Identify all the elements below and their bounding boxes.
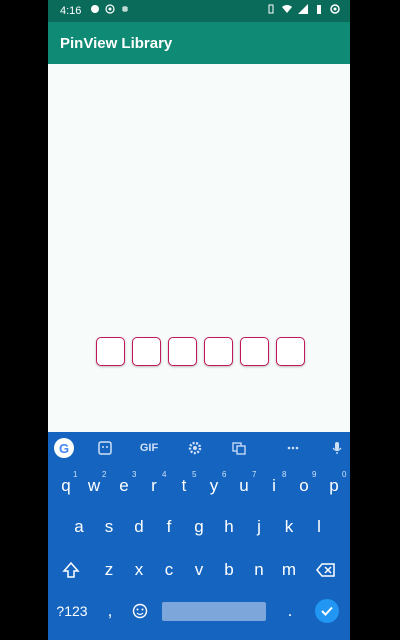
key-hint-8: 8 [282, 470, 287, 479]
emoji-icon [132, 603, 148, 619]
battery-icon [317, 5, 321, 14]
key-hint-4: 4 [162, 470, 167, 479]
comma-key[interactable]: , [98, 597, 122, 625]
backspace-key[interactable] [314, 556, 338, 584]
keyboard-toolbar: G GIF [48, 432, 350, 464]
pin-box-6[interactable] [276, 337, 305, 366]
soft-keyboard: G GIF q w e r t y u i o p 1 2 3 4 5 6 7 … [48, 432, 350, 640]
key-j[interactable]: j [247, 513, 271, 541]
phone-screen: 4:16 PinView Library G GIF q w e r t y u… [48, 0, 350, 640]
sticker-icon[interactable] [94, 438, 116, 458]
google-icon[interactable]: G [54, 438, 74, 458]
key-f[interactable]: f [157, 513, 181, 541]
key-hint-3: 3 [132, 470, 137, 479]
key-n[interactable]: n [247, 556, 271, 584]
app-toolbar: PinView Library [48, 22, 350, 64]
key-c[interactable]: c [157, 556, 181, 584]
period-key[interactable]: . [278, 597, 302, 625]
key-l[interactable]: l [307, 513, 331, 541]
shift-key[interactable] [59, 556, 83, 584]
backspace-icon [316, 563, 335, 577]
key-k[interactable]: k [277, 513, 301, 541]
pin-box-5[interactable] [240, 337, 269, 366]
main-content [48, 64, 350, 432]
key-hint-5: 5 [192, 470, 197, 479]
key-b[interactable]: b [217, 556, 241, 584]
key-d[interactable]: d [127, 513, 151, 541]
app-title: PinView Library [60, 35, 173, 52]
slack-icon [122, 6, 128, 12]
key-s[interactable]: s [97, 513, 121, 541]
key-a[interactable]: a [67, 513, 91, 541]
status-time: 4:16 [60, 5, 82, 17]
status-bar: 4:16 [48, 0, 350, 22]
check-icon [321, 606, 333, 616]
key-g[interactable]: g [187, 513, 211, 541]
pin-view[interactable] [96, 337, 305, 366]
more-icon[interactable] [282, 438, 304, 458]
emoji-key[interactable] [128, 597, 152, 625]
shift-icon [62, 561, 80, 578]
whatsapp-icon [105, 4, 115, 14]
pin-box-4[interactable] [204, 337, 233, 366]
gif-button[interactable]: GIF [136, 438, 162, 458]
notification-icon [91, 5, 99, 13]
settings-icon[interactable] [184, 438, 206, 458]
microphone-icon[interactable] [326, 438, 348, 458]
key-hint-1: 1 [73, 470, 78, 479]
symbols-key[interactable]: ?123 [52, 597, 92, 625]
key-hint-7: 7 [252, 470, 257, 479]
key-hint-2: 2 [102, 470, 107, 479]
signal-icon [298, 4, 308, 14]
enter-key[interactable] [315, 599, 339, 623]
wifi-icon [282, 5, 292, 13]
key-v[interactable]: v [187, 556, 211, 584]
key-hint-6: 6 [222, 470, 227, 479]
pin-box-3[interactable] [168, 337, 197, 366]
key-x[interactable]: x [127, 556, 151, 584]
translate-icon[interactable] [228, 438, 250, 458]
key-h[interactable]: h [217, 513, 241, 541]
key-hint-9: 9 [312, 470, 317, 479]
vibrate-icon [268, 4, 274, 14]
pin-box-2[interactable] [132, 337, 161, 366]
key-z[interactable]: z [97, 556, 121, 584]
space-bar[interactable] [162, 602, 266, 621]
key-hint-0: 0 [342, 470, 347, 479]
pin-box-1[interactable] [96, 337, 125, 366]
sync-icon [330, 4, 340, 14]
key-m[interactable]: m [277, 556, 301, 584]
